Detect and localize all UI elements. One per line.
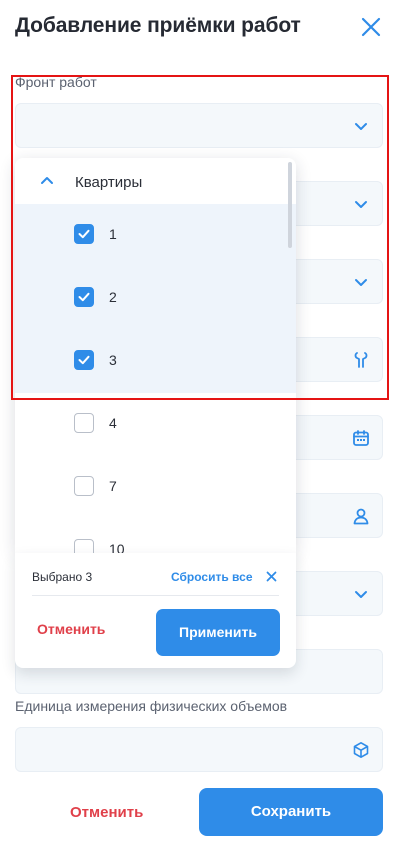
- checkbox[interactable]: [74, 539, 94, 553]
- close-icon[interactable]: [360, 16, 382, 38]
- option-label: 4: [109, 415, 117, 431]
- option-item[interactable]: 4: [15, 393, 296, 456]
- apartments-dropdown: Квартиры 1 2 3 4 7 10: [15, 158, 296, 553]
- option-item[interactable]: 3: [15, 330, 296, 393]
- divider: [32, 595, 279, 596]
- group-header-apartments[interactable]: Квартиры: [15, 158, 296, 204]
- apply-button[interactable]: Применить: [156, 609, 280, 656]
- wrench-icon: [354, 352, 368, 368]
- dropdown-cancel-button[interactable]: Отменить: [37, 621, 105, 637]
- check-icon: [78, 355, 90, 365]
- cube-icon: [353, 742, 369, 758]
- option-item[interactable]: 2: [15, 267, 296, 330]
- check-icon: [78, 292, 90, 302]
- clear-icon[interactable]: [266, 571, 277, 582]
- checkbox[interactable]: [74, 224, 94, 244]
- person-icon: [353, 508, 369, 525]
- chevron-up-icon: [41, 177, 53, 184]
- check-icon: [78, 229, 90, 239]
- chevron-down-icon: [355, 279, 367, 286]
- work-front-select[interactable]: [15, 103, 383, 148]
- unit-field[interactable]: [15, 727, 383, 772]
- option-item[interactable]: 10: [15, 519, 296, 553]
- option-label: 7: [109, 478, 117, 494]
- work-front-label: Фронт работ: [15, 74, 97, 90]
- selected-count: Выбрано 3: [32, 570, 93, 584]
- checkbox[interactable]: [74, 350, 94, 370]
- checkbox[interactable]: [74, 287, 94, 307]
- save-button[interactable]: Сохранить: [199, 788, 383, 836]
- group-label: Квартиры: [75, 174, 143, 191]
- option-item[interactable]: 7: [15, 456, 296, 519]
- chevron-down-icon: [355, 591, 367, 598]
- chevron-down-icon: [355, 201, 367, 208]
- unit-label: Единица измерения физических объемов: [15, 698, 288, 714]
- option-label: 3: [109, 352, 117, 368]
- chevron-down-icon: [355, 123, 367, 130]
- checkbox[interactable]: [74, 476, 94, 496]
- option-label: 1: [109, 226, 117, 242]
- page-title: Добавление приёмки работ: [15, 14, 301, 37]
- reset-all-link[interactable]: Сбросить все: [171, 570, 253, 584]
- dropdown-scrollbar[interactable]: [288, 162, 292, 248]
- cancel-button[interactable]: Отменить: [70, 804, 143, 821]
- dropdown-footer: Выбрано 3 Сбросить все Отменить Применит…: [15, 553, 296, 668]
- option-label: 10: [109, 541, 125, 553]
- calendar-icon: [353, 430, 369, 446]
- dialog-header: Добавление приёмки работ: [0, 0, 400, 60]
- option-item[interactable]: 1: [15, 204, 296, 267]
- checkbox[interactable]: [74, 413, 94, 433]
- option-label: 2: [109, 289, 117, 305]
